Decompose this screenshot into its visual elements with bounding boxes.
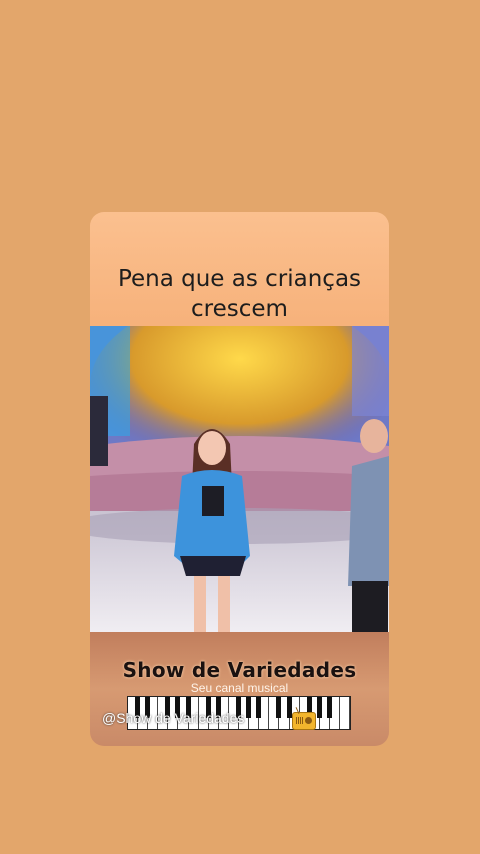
post-card[interactable]: Pena que as crianças crescem Show de Var… (90, 212, 389, 746)
channel-banner: Show de Variedades Seu canal musical @Sh… (90, 632, 389, 746)
video-frame (90, 326, 389, 632)
channel-handle[interactable]: @Show de Variedades (102, 710, 244, 726)
channel-title: Show de Variedades (122, 658, 357, 682)
radio-icon (292, 707, 316, 730)
post-caption: Pena que as crianças crescem (117, 266, 362, 322)
channel-subtitle: Seu canal musical (190, 681, 289, 695)
video-player[interactable] (90, 326, 389, 632)
